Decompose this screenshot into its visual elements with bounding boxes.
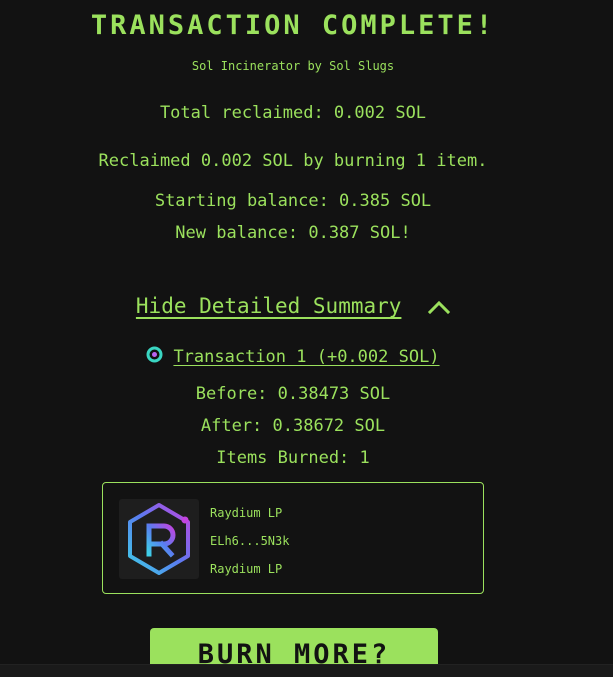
page-title: TRANSACTION COMPLETE! xyxy=(90,10,496,41)
raydium-logo-icon xyxy=(119,499,199,579)
details-toggle-label[interactable]: Hide Detailed Summary xyxy=(136,294,402,318)
details-toggle[interactable]: Hide Detailed Summary xyxy=(0,294,586,318)
burned-item-collection: Raydium LP xyxy=(210,562,283,576)
new-balance: New balance: 0.387 SOL! xyxy=(175,223,411,243)
transaction-1-label[interactable]: Transaction 1 (+0.002 SOL) xyxy=(173,347,439,367)
burned-item-card: Raydium LP ELh6...5N3k Raydium LP xyxy=(102,482,484,594)
reclaimed-detail: Reclaimed 0.002 SOL by burning 1 item. xyxy=(98,151,488,171)
burned-item-meta: Raydium LP ELh6...5N3k Raydium LP xyxy=(210,499,289,583)
chevron-up-icon[interactable] xyxy=(427,300,451,315)
transaction-1-items-burned: Items Burned: 1 xyxy=(216,448,370,468)
app-subtitle: Sol Incinerator by Sol Slugs xyxy=(191,59,395,73)
transaction-1-header[interactable]: Transaction 1 (+0.002 SOL) xyxy=(0,346,586,368)
transaction-1-before: Before: 0.38473 SOL xyxy=(195,384,391,404)
burned-item-address: ELh6...5N3k xyxy=(210,534,290,548)
window-bottom-edge xyxy=(0,664,613,677)
transaction-1-after: After: 0.38672 SOL xyxy=(200,416,386,436)
transaction-complete-page: TRANSACTION COMPLETE! Sol Incinerator by… xyxy=(0,0,613,677)
total-reclaimed: Total reclaimed: 0.002 SOL xyxy=(159,103,427,123)
transaction-status-icon xyxy=(146,346,163,368)
starting-balance: Starting balance: 0.385 SOL xyxy=(154,191,432,211)
burned-item-name: Raydium LP xyxy=(210,506,283,520)
